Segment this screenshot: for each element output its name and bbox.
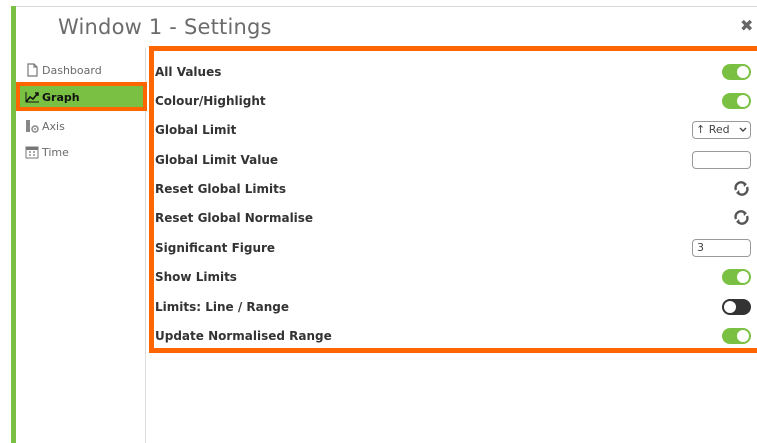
calendar-icon	[24, 144, 40, 160]
setting-label: Show Limits	[155, 269, 237, 284]
sidebar-item-graph[interactable]: Graph	[16, 85, 144, 109]
sidebar-item-label: Graph	[42, 90, 80, 104]
limits-line-range-toggle[interactable]	[722, 298, 751, 315]
top-divider	[16, 6, 757, 7]
setting-row-show-limits: Show Limits	[155, 262, 757, 291]
setting-row-limits-line-range: Limits: Line / Range	[155, 292, 757, 321]
global-limit-value-input[interactable]	[692, 150, 751, 169]
sidebar-item-label: Time	[42, 145, 69, 159]
setting-row-global-limit-value: Global Limit Value	[155, 145, 757, 174]
setting-row-reset-global-normalise: Reset Global Normalise	[155, 203, 757, 232]
chevron-down-icon	[739, 127, 747, 132]
setting-row-update-normalised-range: Update Normalised Range	[155, 321, 757, 350]
setting-label: Reset Global Limits	[155, 181, 287, 196]
sidebar-item-dashboard[interactable]: Dashboard	[16, 58, 144, 82]
window-title: Window 1 - Settings	[58, 15, 272, 39]
setting-label: Significant Figure	[155, 240, 276, 255]
update-normalised-range-toggle[interactable]	[722, 327, 751, 344]
axis-icon	[24, 118, 40, 134]
select-value: ↑ Red	[696, 123, 730, 136]
refresh-icon[interactable]	[731, 180, 751, 198]
close-icon[interactable]: ✖	[740, 16, 753, 35]
trend-line-icon	[24, 89, 40, 105]
setting-row-significant-figure: Significant Figure	[155, 233, 757, 262]
significant-figure-input[interactable]	[692, 238, 751, 257]
setting-label: All Values	[155, 64, 222, 79]
setting-label: Global Limit Value	[155, 152, 278, 167]
setting-row-reset-global-limits: Reset Global Limits	[155, 174, 757, 203]
sidebar-item-time[interactable]: Time	[16, 140, 144, 164]
global-limit-select[interactable]: ↑ Red	[692, 120, 751, 139]
show-limits-toggle[interactable]	[722, 268, 751, 285]
setting-label: Colour/Highlight	[155, 93, 266, 108]
setting-row-colour-highlight: Colour/Highlight	[155, 86, 757, 115]
all-values-toggle[interactable]	[722, 63, 751, 80]
sidebar-item-label: Dashboard	[42, 63, 102, 77]
sidebar-item-axis[interactable]: Axis	[16, 114, 144, 138]
colour-highlight-toggle[interactable]	[722, 92, 751, 109]
document-icon	[24, 62, 40, 78]
sidebar-item-label: Axis	[42, 119, 65, 133]
sidebar: Dashboard Graph Axis Time	[16, 48, 146, 443]
setting-row-all-values: All Values	[155, 57, 757, 86]
setting-label: Update Normalised Range	[155, 328, 332, 343]
setting-label: Global Limit	[155, 122, 237, 137]
refresh-icon[interactable]	[731, 209, 751, 227]
settings-window: Window 1 - Settings ✖ Dashboard Graph Ax…	[0, 0, 757, 443]
setting-row-global-limit: Global Limit ↑ Red	[155, 115, 757, 144]
setting-label: Reset Global Normalise	[155, 210, 314, 225]
setting-label: Limits: Line / Range	[155, 299, 290, 314]
